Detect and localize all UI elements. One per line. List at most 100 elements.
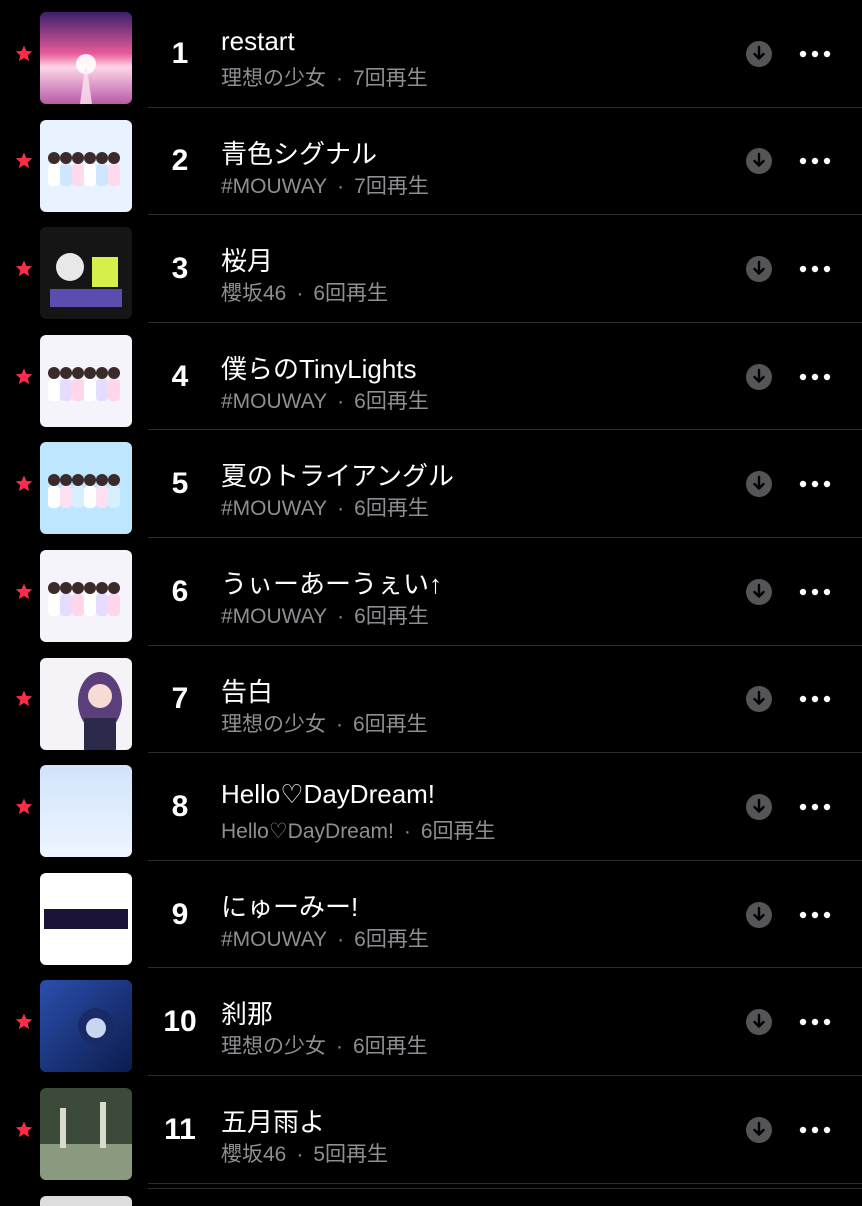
subtitle-separator: · bbox=[336, 712, 343, 736]
download-icon[interactable] bbox=[746, 793, 772, 820]
track-rank: 6 bbox=[171, 574, 189, 608]
subtitle-separator: · bbox=[336, 1035, 343, 1059]
track-artist: 理想の少女 bbox=[221, 67, 326, 90]
track-play-count: 7回再生 bbox=[353, 67, 428, 90]
track-subtitle: #MOUWAY · 6回再生 bbox=[221, 600, 429, 630]
download-icon[interactable] bbox=[746, 686, 772, 713]
download-icon[interactable] bbox=[746, 1009, 772, 1036]
track-artist: #MOUWAY bbox=[221, 174, 328, 198]
more-icon[interactable] bbox=[796, 255, 834, 283]
track-row[interactable]: 1 restart 理想の少女 · 7回再生 bbox=[0, 0, 862, 108]
track-title: にゅーみー! bbox=[221, 891, 359, 922]
more-icon[interactable] bbox=[796, 363, 834, 391]
track-rank: 9 bbox=[171, 897, 189, 931]
next-track-artwork[interactable] bbox=[40, 1196, 132, 1206]
track-title: 夏のトライアングル bbox=[221, 461, 454, 492]
track-title: 告白 bbox=[221, 676, 274, 707]
track-artwork bbox=[40, 334, 132, 427]
download-icon[interactable] bbox=[746, 148, 772, 175]
track-rank: 7 bbox=[171, 682, 189, 716]
track-play-count: 6回再生 bbox=[420, 820, 496, 844]
star-icon bbox=[14, 367, 34, 387]
track-play-count: 6回再生 bbox=[353, 712, 428, 736]
row-separator bbox=[148, 1188, 862, 1189]
track-artwork bbox=[40, 227, 132, 320]
track-row[interactable]: 6 うぃーあーうぇい↑ #MOUWAY · 6回再生 bbox=[0, 538, 862, 646]
track-list: 1 restart 理想の少女 · 7回再生 2 青色シグナル #MOUWAY · 7回再生 3… bbox=[0, 0, 862, 1184]
track-artist: #MOUWAY bbox=[221, 604, 328, 628]
more-icon[interactable] bbox=[796, 685, 834, 713]
more-icon[interactable] bbox=[796, 901, 834, 929]
download-icon[interactable] bbox=[746, 363, 772, 390]
more-icon[interactable] bbox=[796, 578, 834, 606]
track-subtitle: 理想の少女 · 7回再生 bbox=[221, 62, 428, 92]
track-artist: Hello♡DayDream! bbox=[221, 820, 394, 844]
download-icon[interactable] bbox=[746, 578, 772, 605]
track-play-count: 6回再生 bbox=[354, 927, 429, 951]
subtitle-separator: · bbox=[337, 389, 345, 413]
download-icon[interactable] bbox=[746, 255, 772, 282]
track-subtitle: #MOUWAY · 6回再生 bbox=[221, 492, 429, 522]
more-icon[interactable] bbox=[796, 40, 834, 68]
track-subtitle: #MOUWAY · 6回再生 bbox=[221, 923, 429, 953]
track-play-count: 6回再生 bbox=[354, 389, 429, 413]
download-icon[interactable] bbox=[746, 901, 772, 928]
track-title: 青色シグナル bbox=[221, 138, 378, 169]
track-subtitle: #MOUWAY · 7回再生 bbox=[221, 170, 429, 200]
track-play-count: 6回再生 bbox=[354, 497, 429, 521]
track-title: 五月雨よ bbox=[221, 1106, 326, 1137]
more-icon[interactable] bbox=[796, 147, 834, 175]
track-title: 桜月 bbox=[221, 246, 274, 277]
track-artist: 櫻坂46 bbox=[221, 1142, 287, 1166]
star-icon bbox=[14, 582, 34, 602]
track-row[interactable]: 2 青色シグナル #MOUWAY · 7回再生 bbox=[0, 108, 862, 216]
track-row[interactable]: 11 五月雨よ 櫻坂46 · 5回再生 bbox=[0, 1076, 862, 1184]
track-play-count: 7回再生 bbox=[354, 174, 429, 198]
track-row[interactable]: 7 告白 理想の少女 · 6回再生 bbox=[0, 646, 862, 754]
track-artwork bbox=[40, 765, 132, 858]
track-subtitle: 理想の少女 · 6回再生 bbox=[221, 708, 428, 738]
track-rank: 10 bbox=[163, 1005, 197, 1039]
download-icon[interactable] bbox=[746, 40, 772, 67]
track-artwork bbox=[40, 657, 132, 750]
download-icon[interactable] bbox=[746, 1116, 772, 1143]
subtitle-separator: · bbox=[337, 174, 345, 198]
star-icon bbox=[14, 151, 34, 171]
track-artist: #MOUWAY bbox=[221, 389, 328, 413]
track-play-count: 5回再生 bbox=[313, 1142, 389, 1166]
track-artwork bbox=[40, 980, 132, 1073]
track-rank: 2 bbox=[171, 144, 189, 178]
track-row[interactable]: 10 刹那 理想の少女 · 6回再生 bbox=[0, 968, 862, 1076]
star-icon bbox=[14, 1120, 34, 1140]
more-icon[interactable] bbox=[796, 470, 834, 498]
track-rank: 11 bbox=[164, 1112, 196, 1146]
track-rank: 1 bbox=[171, 36, 189, 70]
star-icon bbox=[14, 1012, 34, 1032]
subtitle-separator: · bbox=[403, 820, 411, 844]
track-row[interactable]: 4 僕らのTinyLights #MOUWAY · 6回再生 bbox=[0, 323, 862, 431]
track-title: Hello♡DayDream! bbox=[221, 779, 436, 810]
track-artwork bbox=[40, 872, 132, 965]
track-rank: 3 bbox=[171, 251, 189, 285]
star-icon bbox=[14, 689, 34, 709]
track-title: restart bbox=[221, 26, 295, 56]
track-row[interactable]: 3 桜月 櫻坂46 · 6回再生 bbox=[0, 215, 862, 323]
track-row[interactable]: 5 夏のトライアングル #MOUWAY · 6回再生 bbox=[0, 430, 862, 538]
track-title: うぃーあーうぇい↑ bbox=[221, 568, 443, 599]
track-subtitle: #MOUWAY · 6回再生 bbox=[221, 385, 429, 415]
track-artwork bbox=[40, 549, 132, 642]
star-icon bbox=[14, 44, 34, 64]
track-row[interactable]: 9 にゅーみー! #MOUWAY · 6回再生 bbox=[0, 861, 862, 969]
track-artist: #MOUWAY bbox=[221, 497, 328, 521]
subtitle-separator: · bbox=[337, 604, 345, 628]
track-title: 僕らのTinyLights bbox=[221, 353, 417, 384]
track-play-count: 6回再生 bbox=[313, 282, 389, 306]
more-icon[interactable] bbox=[796, 793, 834, 821]
star-icon bbox=[14, 797, 34, 817]
track-rank: 8 bbox=[171, 789, 189, 823]
track-row[interactable]: 8 Hello♡DayDream! Hello♡DayDream! · 6回再生 bbox=[0, 753, 862, 861]
more-icon[interactable] bbox=[796, 1008, 834, 1036]
track-artwork bbox=[40, 12, 132, 104]
download-icon[interactable] bbox=[746, 471, 772, 498]
more-icon[interactable] bbox=[796, 1116, 834, 1144]
